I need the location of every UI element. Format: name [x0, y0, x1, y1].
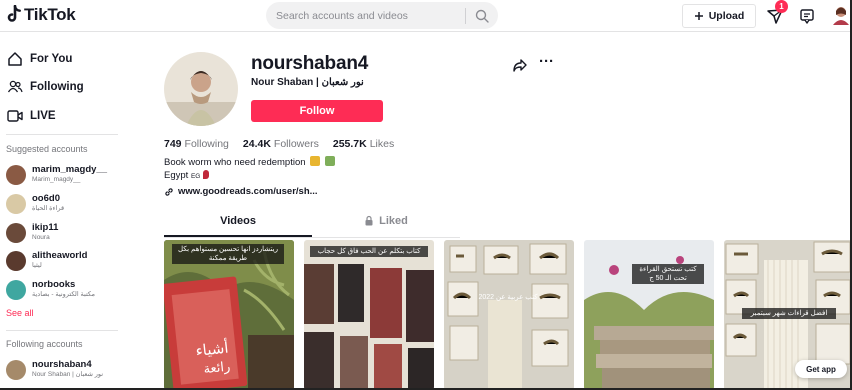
nav-label: For You [30, 52, 73, 65]
account-nickname: مكتبة الكترونية - بصادية [32, 291, 95, 298]
account-name: nourshaban4 [32, 359, 92, 370]
account-nickname: Nour Shaban | نور شعبان [32, 371, 104, 378]
suggested-account[interactable]: marim_magdy__ Marim_magdy__ [6, 164, 107, 185]
country-code: EG [190, 173, 201, 180]
suggested-account[interactable]: oo6d0 قراءة الحياة [6, 193, 64, 214]
search-input[interactable] [266, 9, 465, 22]
search-button[interactable] [466, 2, 498, 29]
plus-icon [694, 12, 703, 20]
see-all-link[interactable]: See all [6, 308, 34, 318]
nav-for-you[interactable]: For You [6, 50, 72, 67]
account-nickname: قراءة الحياة [32, 205, 65, 212]
account-nickname: Marim_magdy__ [32, 176, 81, 183]
nav-label: LIVE [30, 109, 56, 122]
svg-text:أشياء: أشياء [195, 338, 230, 360]
video-thumbnail[interactable]: كتاب بتكلم عن الحب فاق كل حجاب [304, 240, 434, 390]
account-name: marim_magdy__ [32, 164, 107, 175]
stat-label: Followers [273, 138, 319, 150]
stat-value: 749 [164, 138, 182, 150]
sidebar-divider [6, 330, 118, 331]
lock-icon [365, 215, 373, 226]
follow-button[interactable]: Follow [251, 100, 383, 122]
messages-button[interactable] [797, 6, 817, 26]
stat-label: Likes [369, 138, 395, 150]
stat-followers[interactable]: 24.4K Followers [243, 138, 319, 150]
account-name: oo6d0 [32, 193, 60, 204]
video-thumbnail[interactable]: كتب عربية عن 2022 [444, 240, 574, 390]
more-options-icon[interactable]: ··· [539, 54, 555, 73]
top-header: TikTok Upload 1 [0, 0, 852, 32]
tab-divider [164, 237, 460, 238]
emoji-icon [310, 156, 321, 166]
stat-likes: 255.7K Likes [333, 138, 394, 150]
video-caption: افضل قراءات شهر سبتمبر [742, 308, 836, 319]
suggested-account[interactable]: alitheaworld ليثيا [6, 250, 87, 271]
following-account[interactable]: nourshaban4 Nour Shaban | نور شعبان [6, 359, 103, 380]
search-icon [475, 9, 489, 23]
logo-text: TikTok [24, 5, 76, 24]
following-accounts-title: Following accounts [6, 339, 83, 349]
profile-avatar [164, 52, 238, 126]
profile-username: nourshaban4 [251, 53, 369, 74]
book-icon [324, 156, 335, 166]
stat-value: 255.7K [332, 138, 367, 150]
tiktok-logo-icon [7, 5, 21, 22]
sidebar: For You Following LIVE Suggested account… [0, 33, 120, 390]
link-icon [165, 187, 173, 196]
user-avatar[interactable] [832, 5, 850, 25]
nav-label: Following [30, 80, 84, 93]
avatar [6, 194, 26, 214]
live-icon [6, 107, 23, 124]
svg-text:رائعة: رائعة [203, 359, 231, 377]
avatar [6, 280, 26, 300]
video-caption: ريتشاردز انها تحسين مستواهم بكل طريقة مم… [172, 244, 284, 264]
link-text: www.goodreads.com/user/sh... [178, 186, 318, 197]
video-thumbnail[interactable]: كتب تستحق القراءة تحت الـ 50 ج [584, 240, 714, 390]
inbox-badge: 1 [775, 0, 788, 13]
suggested-account[interactable]: norbooks مكتبة الكترونية - بصادية [6, 279, 95, 300]
video-caption: كتب تستحق القراءة تحت الـ 50 ج [632, 264, 704, 284]
search-bar [266, 2, 498, 29]
profile-nickname: Nour Shaban | نور شعبان [251, 77, 364, 88]
stat-value: 24.4K [242, 138, 271, 150]
suggested-accounts-title: Suggested accounts [6, 144, 88, 154]
upload-label: Upload [708, 10, 745, 22]
video-caption: كتاب بتكلم عن الحب فاق كل حجاب [310, 246, 428, 257]
tab-videos[interactable]: Videos [164, 215, 312, 237]
avatar [6, 223, 26, 243]
pin-icon [202, 170, 209, 179]
message-icon [800, 9, 814, 24]
upload-button[interactable]: Upload [682, 4, 756, 28]
avatar [6, 165, 26, 185]
tab-liked[interactable]: Liked [312, 215, 460, 237]
bio-line: Book worm who need redemption [164, 157, 306, 168]
get-app-button[interactable]: Get app [795, 360, 847, 378]
account-nickname: ليثيا [32, 262, 42, 269]
users-icon [6, 78, 23, 95]
profile-stats: 749 Following 24.4K Followers 255.7K Likes [164, 138, 394, 150]
tiktok-logo[interactable]: TikTok [6, 5, 76, 25]
video-caption: كتب عربية عن 2022 [478, 294, 538, 301]
stat-label: Following [184, 138, 229, 150]
home-icon [6, 50, 23, 67]
profile-link[interactable]: www.goodreads.com/user/sh... [164, 186, 318, 197]
avatar [6, 251, 26, 271]
suggested-account[interactable]: ikip11 Noura [6, 222, 58, 243]
nav-live[interactable]: LIVE [6, 107, 56, 124]
share-icon[interactable] [512, 57, 528, 73]
account-name: ikip11 [32, 222, 59, 233]
sidebar-divider [6, 134, 118, 135]
account-nickname: Noura [32, 234, 50, 241]
bio-line: Egypt [164, 170, 189, 181]
stat-following[interactable]: 749 Following [164, 138, 229, 150]
account-name: alitheaworld [32, 250, 88, 261]
nav-following[interactable]: Following [6, 78, 84, 95]
profile-bio: Book worm who need redemption Egypt EG [164, 156, 335, 183]
video-thumbnail[interactable]: أشياء رائعة ريتشاردز انها تحسين مستواهم … [164, 240, 294, 390]
account-name: norbooks [32, 279, 76, 290]
tab-label: Liked [379, 215, 408, 227]
avatar [6, 360, 26, 380]
